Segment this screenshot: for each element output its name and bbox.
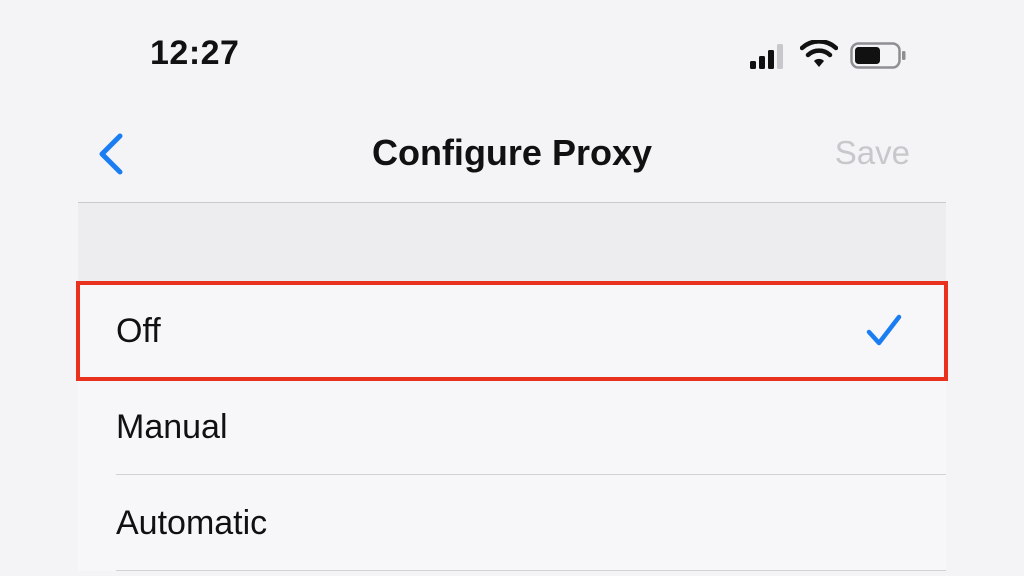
option-manual[interactable]: Manual (78, 379, 946, 475)
cellular-signal-icon (750, 44, 783, 69)
status-time: 12:27 (150, 34, 240, 72)
option-label: Off (116, 311, 161, 350)
option-label: Automatic (116, 503, 268, 542)
wifi-icon (800, 40, 838, 67)
proxy-options-list: Off Manual Automatic (76, 281, 948, 571)
option-automatic[interactable]: Automatic (78, 475, 946, 571)
battery-icon (850, 42, 906, 69)
checkmark-icon (866, 314, 902, 346)
section-header (78, 203, 946, 283)
option-label: Manual (116, 407, 228, 446)
save-button[interactable]: Save (835, 134, 910, 172)
status-icons (748, 40, 908, 72)
configure-proxy-screen: 12:27 Configure Proxy Save Off Manual Au… (0, 0, 1024, 576)
row-divider (116, 570, 946, 571)
option-off[interactable]: Off (76, 281, 948, 381)
